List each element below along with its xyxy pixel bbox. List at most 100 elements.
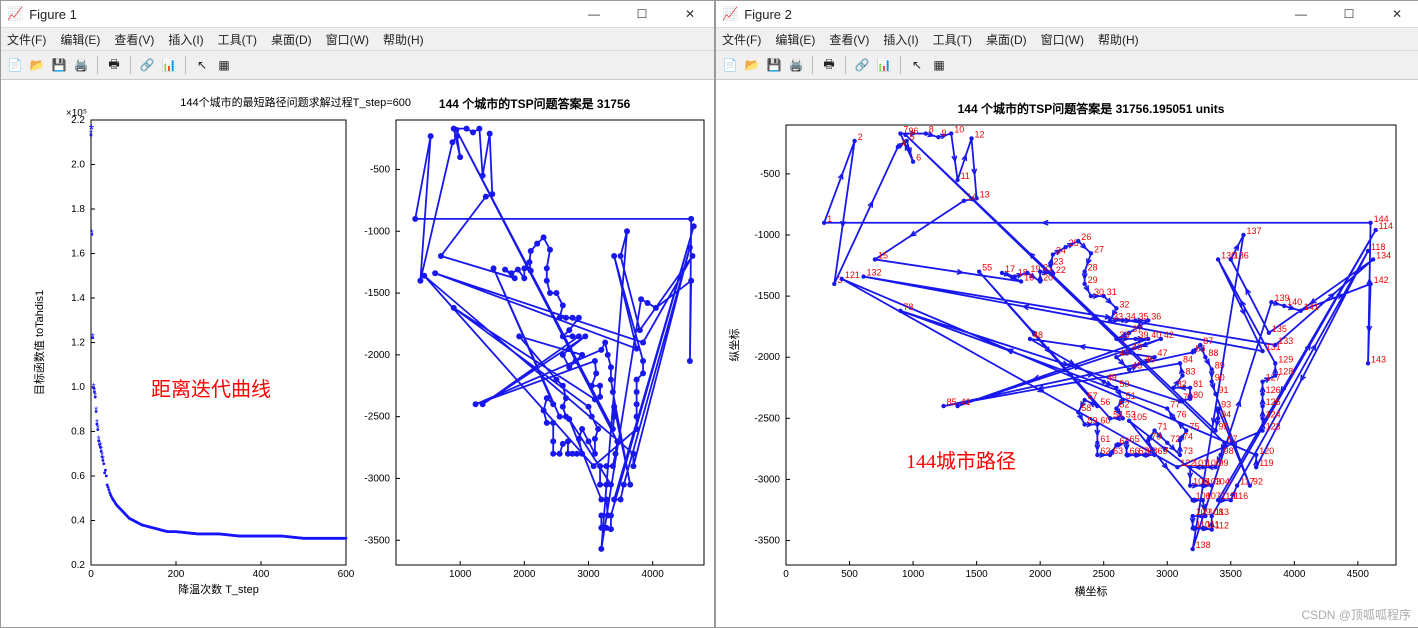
svg-text:纵坐标: 纵坐标 bbox=[727, 329, 741, 362]
svg-text:9: 9 bbox=[942, 128, 947, 138]
menu-view[interactable]: 查看(V) bbox=[114, 31, 154, 48]
svg-text:61: 61 bbox=[1100, 434, 1110, 444]
svg-text:-2000: -2000 bbox=[754, 352, 780, 363]
svg-text:91: 91 bbox=[1219, 385, 1229, 395]
open-icon[interactable]: 📂 bbox=[742, 55, 762, 75]
maximize-button[interactable]: ☐ bbox=[1331, 4, 1367, 24]
print-icon[interactable]: 🖨️ bbox=[786, 55, 806, 75]
svg-text:133: 133 bbox=[1278, 336, 1293, 346]
menu-view[interactable]: 查看(V) bbox=[829, 31, 869, 48]
svg-text:3500: 3500 bbox=[1220, 569, 1243, 580]
toolbar: 📄 📂 💾 🖨️ 🖶 🔗 📊 ↖ ▦ bbox=[716, 51, 1418, 80]
svg-text:141: 141 bbox=[1304, 302, 1319, 312]
svg-text:73: 73 bbox=[1183, 446, 1193, 456]
svg-text:119: 119 bbox=[1259, 458, 1273, 468]
svg-text:140: 140 bbox=[1287, 297, 1302, 307]
print-preview-icon[interactable]: 🖶 bbox=[819, 55, 839, 75]
svg-text:0.2: 0.2 bbox=[71, 560, 85, 571]
new-icon[interactable]: 📄 bbox=[720, 55, 740, 75]
figure-area-2: 1234567891011121314151617181920212223242… bbox=[716, 80, 1418, 627]
svg-text:112: 112 bbox=[1215, 521, 1229, 531]
minimize-button[interactable]: — bbox=[576, 4, 612, 24]
save-icon[interactable]: 💾 bbox=[49, 55, 69, 75]
svg-text:113: 113 bbox=[1215, 507, 1229, 517]
save-icon[interactable]: 💾 bbox=[764, 55, 784, 75]
pointer-icon[interactable]: ↖ bbox=[192, 55, 212, 75]
menu-window[interactable]: 窗口(W) bbox=[326, 31, 369, 48]
svg-text:13: 13 bbox=[980, 189, 990, 199]
menu-tools[interactable]: 工具(T) bbox=[218, 31, 257, 48]
svg-text:1.8: 1.8 bbox=[71, 204, 85, 215]
svg-text:1: 1 bbox=[827, 214, 832, 224]
svg-text:*: * bbox=[89, 121, 95, 137]
svg-text:65: 65 bbox=[1130, 434, 1140, 444]
close-button[interactable]: ✕ bbox=[1379, 4, 1415, 24]
svg-text:137: 137 bbox=[1247, 226, 1262, 236]
svg-text:0.8: 0.8 bbox=[71, 427, 85, 438]
menu-edit[interactable]: 编辑(E) bbox=[775, 31, 815, 48]
menu-insert[interactable]: 插入(I) bbox=[168, 31, 203, 48]
svg-text:85: 85 bbox=[947, 397, 957, 407]
link-icon[interactable]: 🔗 bbox=[137, 55, 157, 75]
pointer-icon[interactable]: ↖ bbox=[907, 55, 927, 75]
print-preview-icon[interactable]: 🖶 bbox=[104, 55, 124, 75]
close-button[interactable]: ✕ bbox=[672, 4, 708, 24]
svg-text:31: 31 bbox=[1107, 287, 1117, 297]
open-icon[interactable]: 📂 bbox=[27, 55, 47, 75]
svg-text:125: 125 bbox=[1266, 397, 1281, 407]
app-icon: 📈 bbox=[7, 6, 23, 22]
menu-tools[interactable]: 工具(T) bbox=[933, 31, 972, 48]
menu-desktop[interactable]: 桌面(D) bbox=[271, 31, 312, 48]
link-icon[interactable]: 🔗 bbox=[852, 55, 872, 75]
svg-text:87: 87 bbox=[1203, 336, 1213, 346]
svg-text:142: 142 bbox=[1374, 275, 1389, 285]
svg-text:*: * bbox=[93, 391, 97, 402]
svg-text:105: 105 bbox=[1132, 412, 1147, 422]
svg-text:2.2: 2.2 bbox=[71, 115, 85, 126]
svg-text:88: 88 bbox=[1208, 348, 1218, 358]
menu-window[interactable]: 窗口(W) bbox=[1041, 31, 1084, 48]
svg-text:4000: 4000 bbox=[642, 569, 665, 580]
colorbar-icon[interactable]: 📊 bbox=[874, 55, 894, 75]
svg-text:104: 104 bbox=[1215, 477, 1230, 487]
svg-text:0: 0 bbox=[88, 569, 94, 580]
menu-desktop[interactable]: 桌面(D) bbox=[986, 31, 1027, 48]
menu-file[interactable]: 文件(F) bbox=[722, 31, 761, 48]
svg-text:128: 128 bbox=[1278, 367, 1293, 377]
legend-icon[interactable]: ▦ bbox=[929, 55, 949, 75]
menu-insert[interactable]: 插入(I) bbox=[883, 31, 918, 48]
window-title: Figure 1 bbox=[29, 7, 77, 22]
svg-text:109: 109 bbox=[1196, 507, 1211, 517]
print-icon[interactable]: 🖨️ bbox=[71, 55, 91, 75]
svg-text:144个城市的最短路径问题求解过程T_step=600: 144个城市的最短路径问题求解过程T_step=600 bbox=[180, 95, 411, 109]
colorbar-icon[interactable]: 📊 bbox=[159, 55, 179, 75]
menu-edit[interactable]: 编辑(E) bbox=[60, 31, 100, 48]
svg-text:0: 0 bbox=[783, 569, 789, 580]
svg-text:-2000: -2000 bbox=[364, 350, 390, 361]
svg-text:55: 55 bbox=[982, 263, 992, 273]
menu-help[interactable]: 帮助(H) bbox=[383, 31, 424, 48]
svg-text:4500: 4500 bbox=[1347, 569, 1370, 580]
svg-text:1.2: 1.2 bbox=[71, 338, 85, 349]
menu-file[interactable]: 文件(F) bbox=[7, 31, 46, 48]
svg-text:134: 134 bbox=[1376, 250, 1391, 260]
menu-help[interactable]: 帮助(H) bbox=[1098, 31, 1139, 48]
maximize-button[interactable]: ☐ bbox=[624, 4, 660, 24]
svg-text:43: 43 bbox=[1132, 342, 1142, 352]
svg-text:2000: 2000 bbox=[513, 569, 536, 580]
new-icon[interactable]: 📄 bbox=[5, 55, 25, 75]
svg-text:2: 2 bbox=[858, 132, 863, 142]
svg-text:97: 97 bbox=[1227, 434, 1237, 444]
svg-text:26: 26 bbox=[1081, 232, 1091, 242]
titlebar: 📈 Figure 2 — ☐ ✕ bbox=[716, 1, 1418, 28]
svg-text:*: * bbox=[96, 424, 100, 435]
legend-icon[interactable]: ▦ bbox=[214, 55, 234, 75]
svg-text:11: 11 bbox=[961, 171, 970, 181]
svg-text:横坐标: 横坐标 bbox=[1075, 584, 1108, 598]
svg-text:98: 98 bbox=[1224, 446, 1234, 456]
svg-text:38: 38 bbox=[1119, 330, 1129, 340]
svg-text:144 个城市的TSP问题答案是 31756.195051: 144 个城市的TSP问题答案是 31756.195051 units bbox=[958, 101, 1225, 116]
minimize-button[interactable]: — bbox=[1283, 4, 1319, 24]
svg-text:41: 41 bbox=[961, 397, 971, 407]
svg-text:117: 117 bbox=[1240, 477, 1254, 487]
